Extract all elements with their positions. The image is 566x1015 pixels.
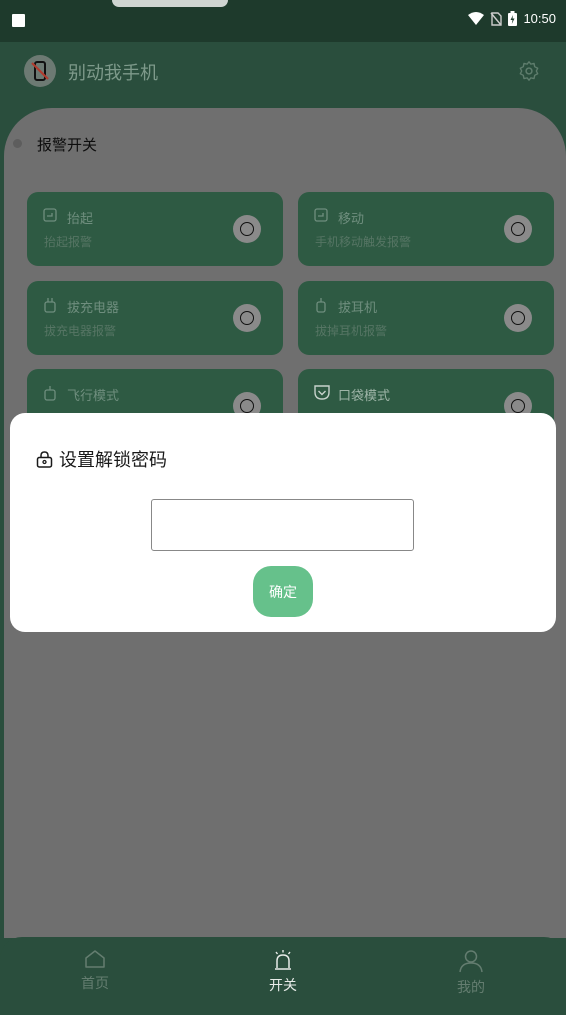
card-lift[interactable]: 抬起 抬起报警 — [27, 192, 283, 266]
toggle-switch[interactable] — [504, 304, 532, 332]
toggle-circle-icon — [511, 222, 525, 236]
nav-item-mine[interactable]: 我的 — [426, 949, 516, 997]
alarm-icon — [275, 950, 291, 970]
nav-label: 我的 — [457, 980, 485, 996]
nav-label: 开关 — [269, 978, 297, 994]
pocket-icon — [314, 385, 330, 400]
toggle-circle-icon — [240, 222, 254, 236]
no-sim-icon — [490, 11, 503, 26]
charger-icon — [44, 298, 56, 313]
bottom-nav: 首页 开关 我的 — [0, 937, 566, 1015]
dialog-title-text: 设置解锁密码 — [59, 450, 167, 471]
phone-lift-icon — [43, 208, 57, 222]
section-indicator — [13, 139, 22, 148]
card-title: 抬起 — [67, 212, 94, 227]
status-bar: 10:50 — [0, 0, 566, 42]
toggle-circle-icon — [240, 311, 254, 325]
confirm-button[interactable]: 确定 — [253, 566, 313, 617]
gear-icon[interactable] — [518, 60, 540, 82]
toggle-switch[interactable] — [233, 215, 261, 243]
app-header: 别动我手机 — [0, 42, 566, 104]
headphone-plug-icon — [316, 298, 326, 313]
toggle-switch[interactable] — [504, 215, 532, 243]
card-subtitle: 抬起报警 — [44, 235, 93, 249]
wifi-icon — [468, 12, 485, 25]
app-title: 别动我手机 — [68, 63, 158, 84]
dialog-title: 设置解锁密码 — [36, 446, 167, 472]
card-move[interactable]: 移动 手机移动触发报警 — [298, 192, 554, 266]
status-time: 10:50 — [523, 11, 556, 26]
card-title: 口袋模式 — [338, 389, 391, 404]
nav-label: 首页 — [81, 976, 109, 992]
nav-item-home[interactable]: 首页 — [50, 949, 140, 993]
card-subtitle: 手机移动触发报警 — [315, 235, 412, 249]
card-subtitle: 拔充电器报警 — [44, 324, 117, 338]
app-logo — [24, 55, 56, 87]
card-charger[interactable]: 拔充电器 拔充电器报警 — [27, 281, 283, 355]
nav-item-switch[interactable]: 开关 — [238, 949, 328, 995]
toggle-circle-icon — [511, 399, 525, 413]
password-input[interactable] — [151, 499, 414, 551]
card-title: 拔耳机 — [338, 301, 378, 316]
airplane-icon — [44, 386, 56, 401]
card-title: 拔充电器 — [67, 301, 120, 316]
toggle-circle-icon — [511, 311, 525, 325]
card-title: 飞行模式 — [67, 389, 120, 404]
user-icon — [459, 950, 483, 973]
card-title: 移动 — [338, 212, 365, 227]
notification-square-icon — [12, 14, 25, 27]
battery-charging-icon — [508, 11, 518, 26]
section-title: 报警开关 — [37, 136, 98, 154]
status-icons: 10:50 — [468, 11, 556, 26]
status-notch — [112, 0, 228, 7]
toggle-circle-icon — [240, 399, 254, 413]
card-headphone[interactable]: 拔耳机 拔掉耳机报警 — [298, 281, 554, 355]
toggle-switch[interactable] — [233, 304, 261, 332]
lock-icon — [36, 450, 53, 468]
card-subtitle: 拔掉耳机报警 — [315, 324, 388, 338]
no-phone-icon — [31, 61, 49, 81]
password-dialog: 设置解锁密码 确定 — [10, 413, 556, 632]
home-icon — [85, 950, 105, 968]
phone-move-icon — [314, 208, 328, 222]
